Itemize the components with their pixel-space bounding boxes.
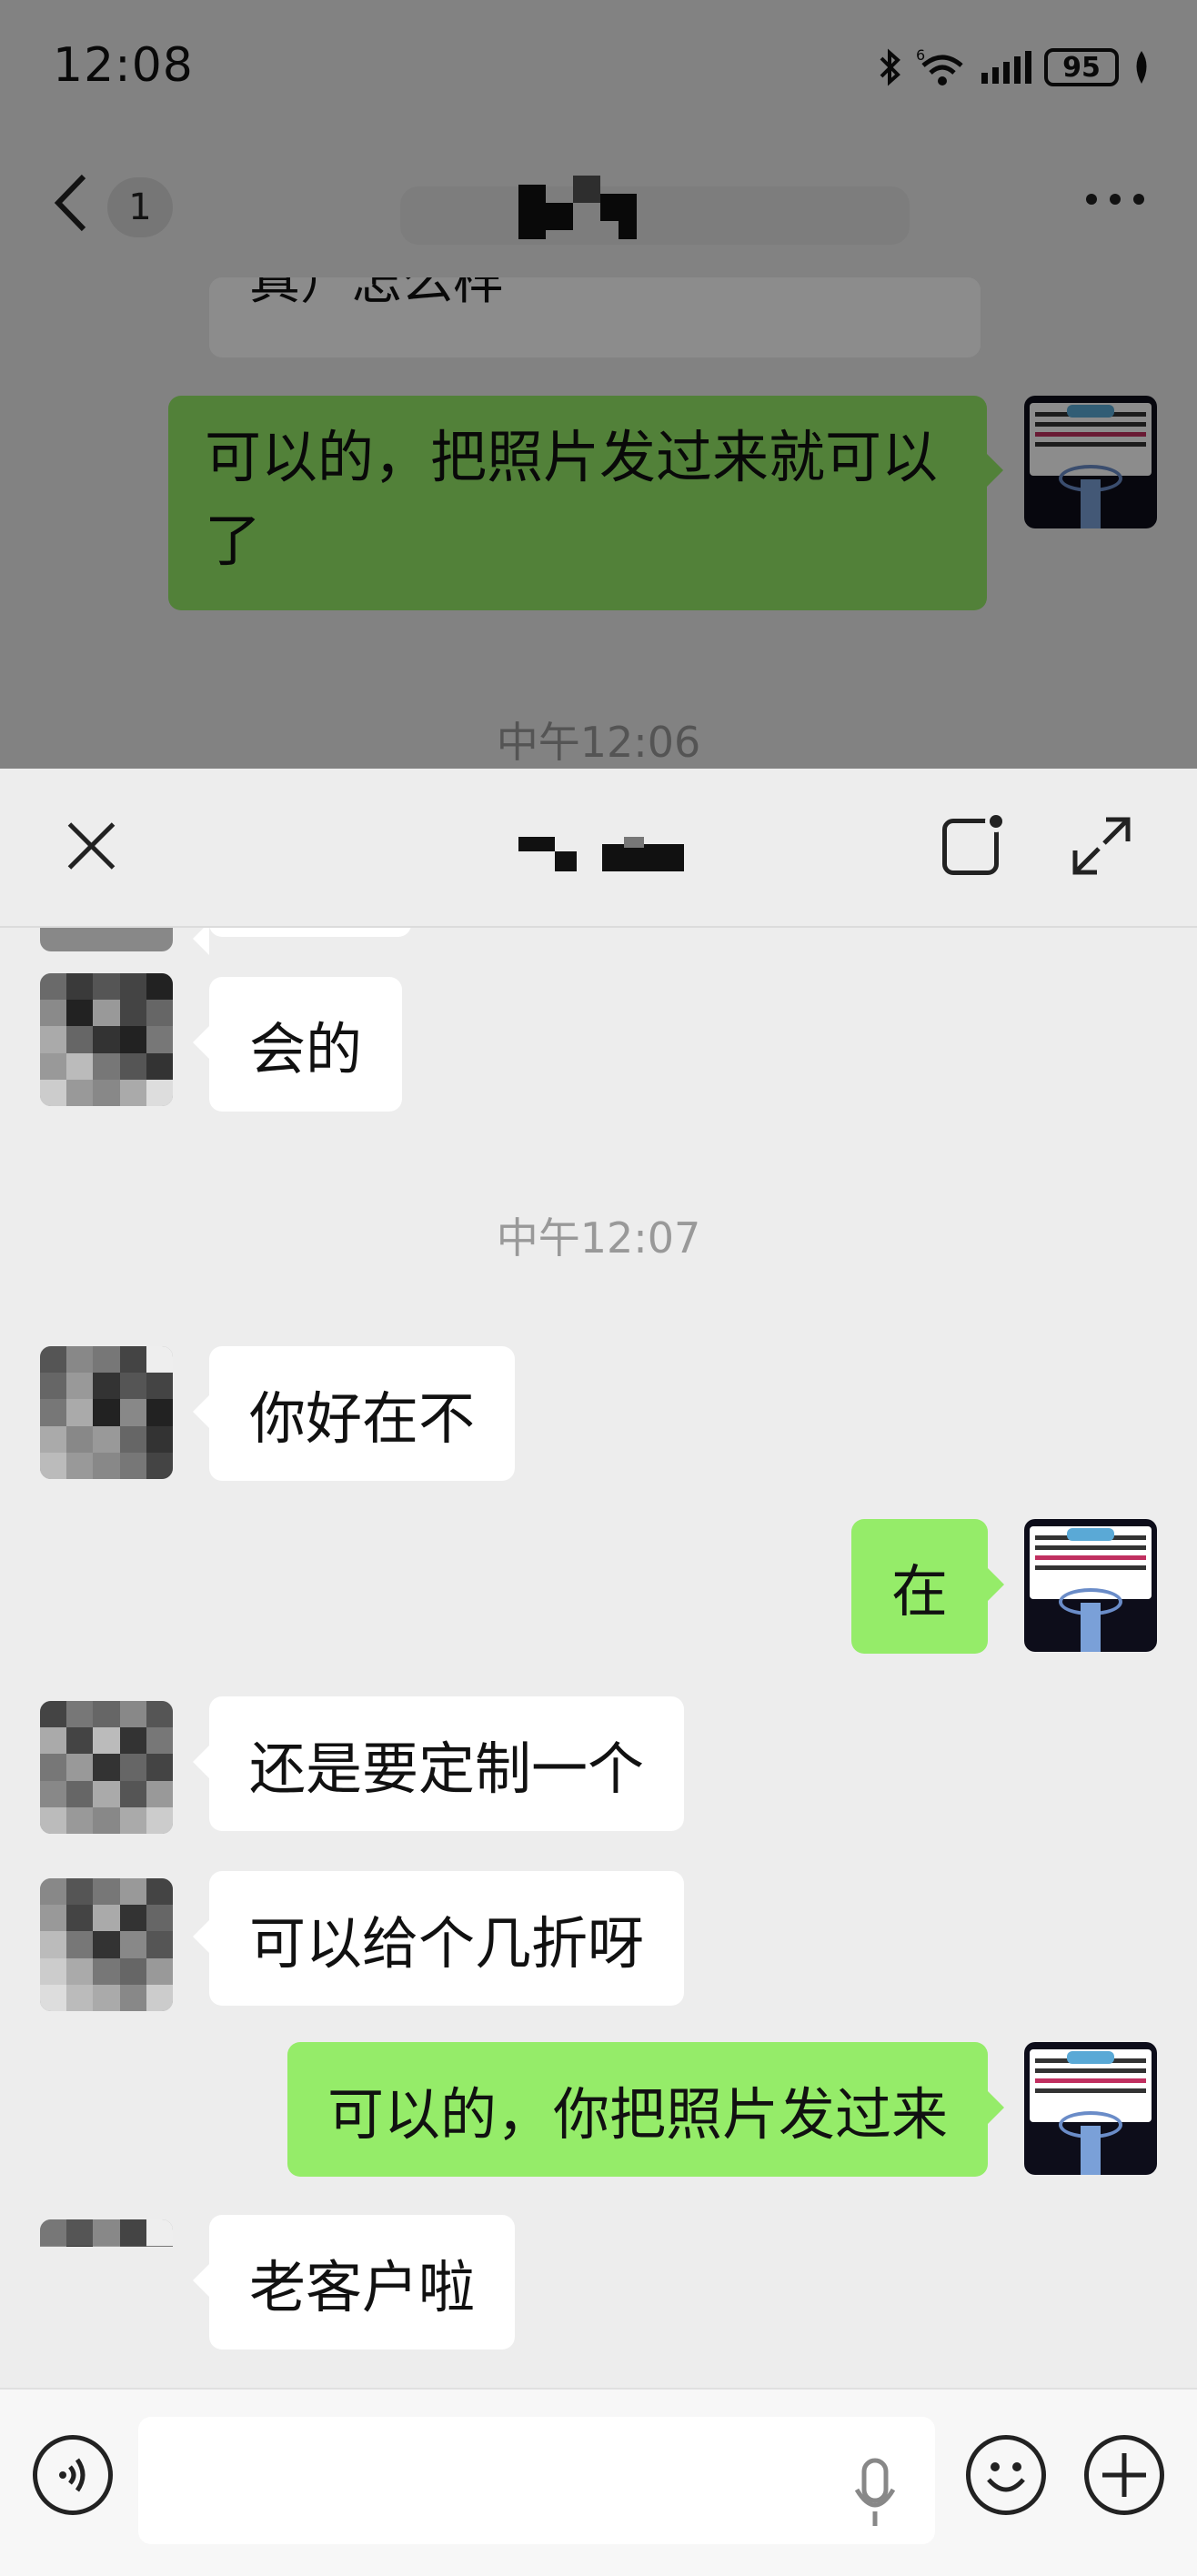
- message-bubble[interactable]: 还是要定制一个: [192, 1696, 685, 1831]
- expand-icon[interactable]: [1070, 814, 1133, 878]
- microphone-icon[interactable]: [853, 2457, 897, 2530]
- message-bubble[interactable]: 可以给个几折呀: [192, 1871, 685, 2006]
- message-bubble-cut: [193, 928, 411, 955]
- close-icon[interactable]: [64, 819, 118, 873]
- message-bubble[interactable]: 会的: [192, 977, 403, 1112]
- message-input[interactable]: [138, 2417, 935, 2544]
- voice-mode-icon[interactable]: [33, 2435, 113, 2515]
- chat-sheet: 会的 中午12:07 你好在不 在 还是要定制一个 可以给个几折呀 可以的，你把…: [0, 769, 1197, 2576]
- self-avatar[interactable]: [1024, 1519, 1157, 1652]
- emoji-icon[interactable]: [966, 2435, 1046, 2515]
- sheet-title-mosaic: [518, 837, 684, 877]
- contact-avatar[interactable]: [40, 928, 173, 951]
- sheet-header: [0, 769, 1197, 928]
- plus-icon[interactable]: [1084, 2435, 1164, 2515]
- contact-avatar[interactable]: [40, 1701, 173, 1834]
- contact-avatar[interactable]: [40, 973, 173, 1106]
- self-avatar[interactable]: [1024, 2042, 1157, 2175]
- message-bubble[interactable]: 你好在不: [192, 1346, 516, 1481]
- message-bubble[interactable]: 在: [850, 1519, 1005, 1654]
- contact-avatar[interactable]: [40, 1346, 173, 1479]
- dim-overlay[interactable]: [0, 0, 1197, 769]
- contact-avatar[interactable]: [40, 1878, 173, 2011]
- background-chat: 12:08 6 95 1 真）怎么样 可以的，把照片发过来就可以了 中午12:0…: [0, 0, 1197, 769]
- message-list[interactable]: 会的 中午12:07 你好在不 在 还是要定制一个 可以给个几折呀 可以的，你把…: [0, 928, 1197, 2247]
- input-bar: [0, 2388, 1197, 2576]
- message-bubble[interactable]: 老客户啦: [192, 2215, 516, 2350]
- message-bubble[interactable]: 可以的，你把照片发过来: [287, 2042, 1005, 2177]
- contact-avatar[interactable]: [40, 2219, 173, 2247]
- message-timestamp: 中午12:07: [496, 1213, 701, 1263]
- floating-window-icon[interactable]: [942, 810, 1007, 875]
